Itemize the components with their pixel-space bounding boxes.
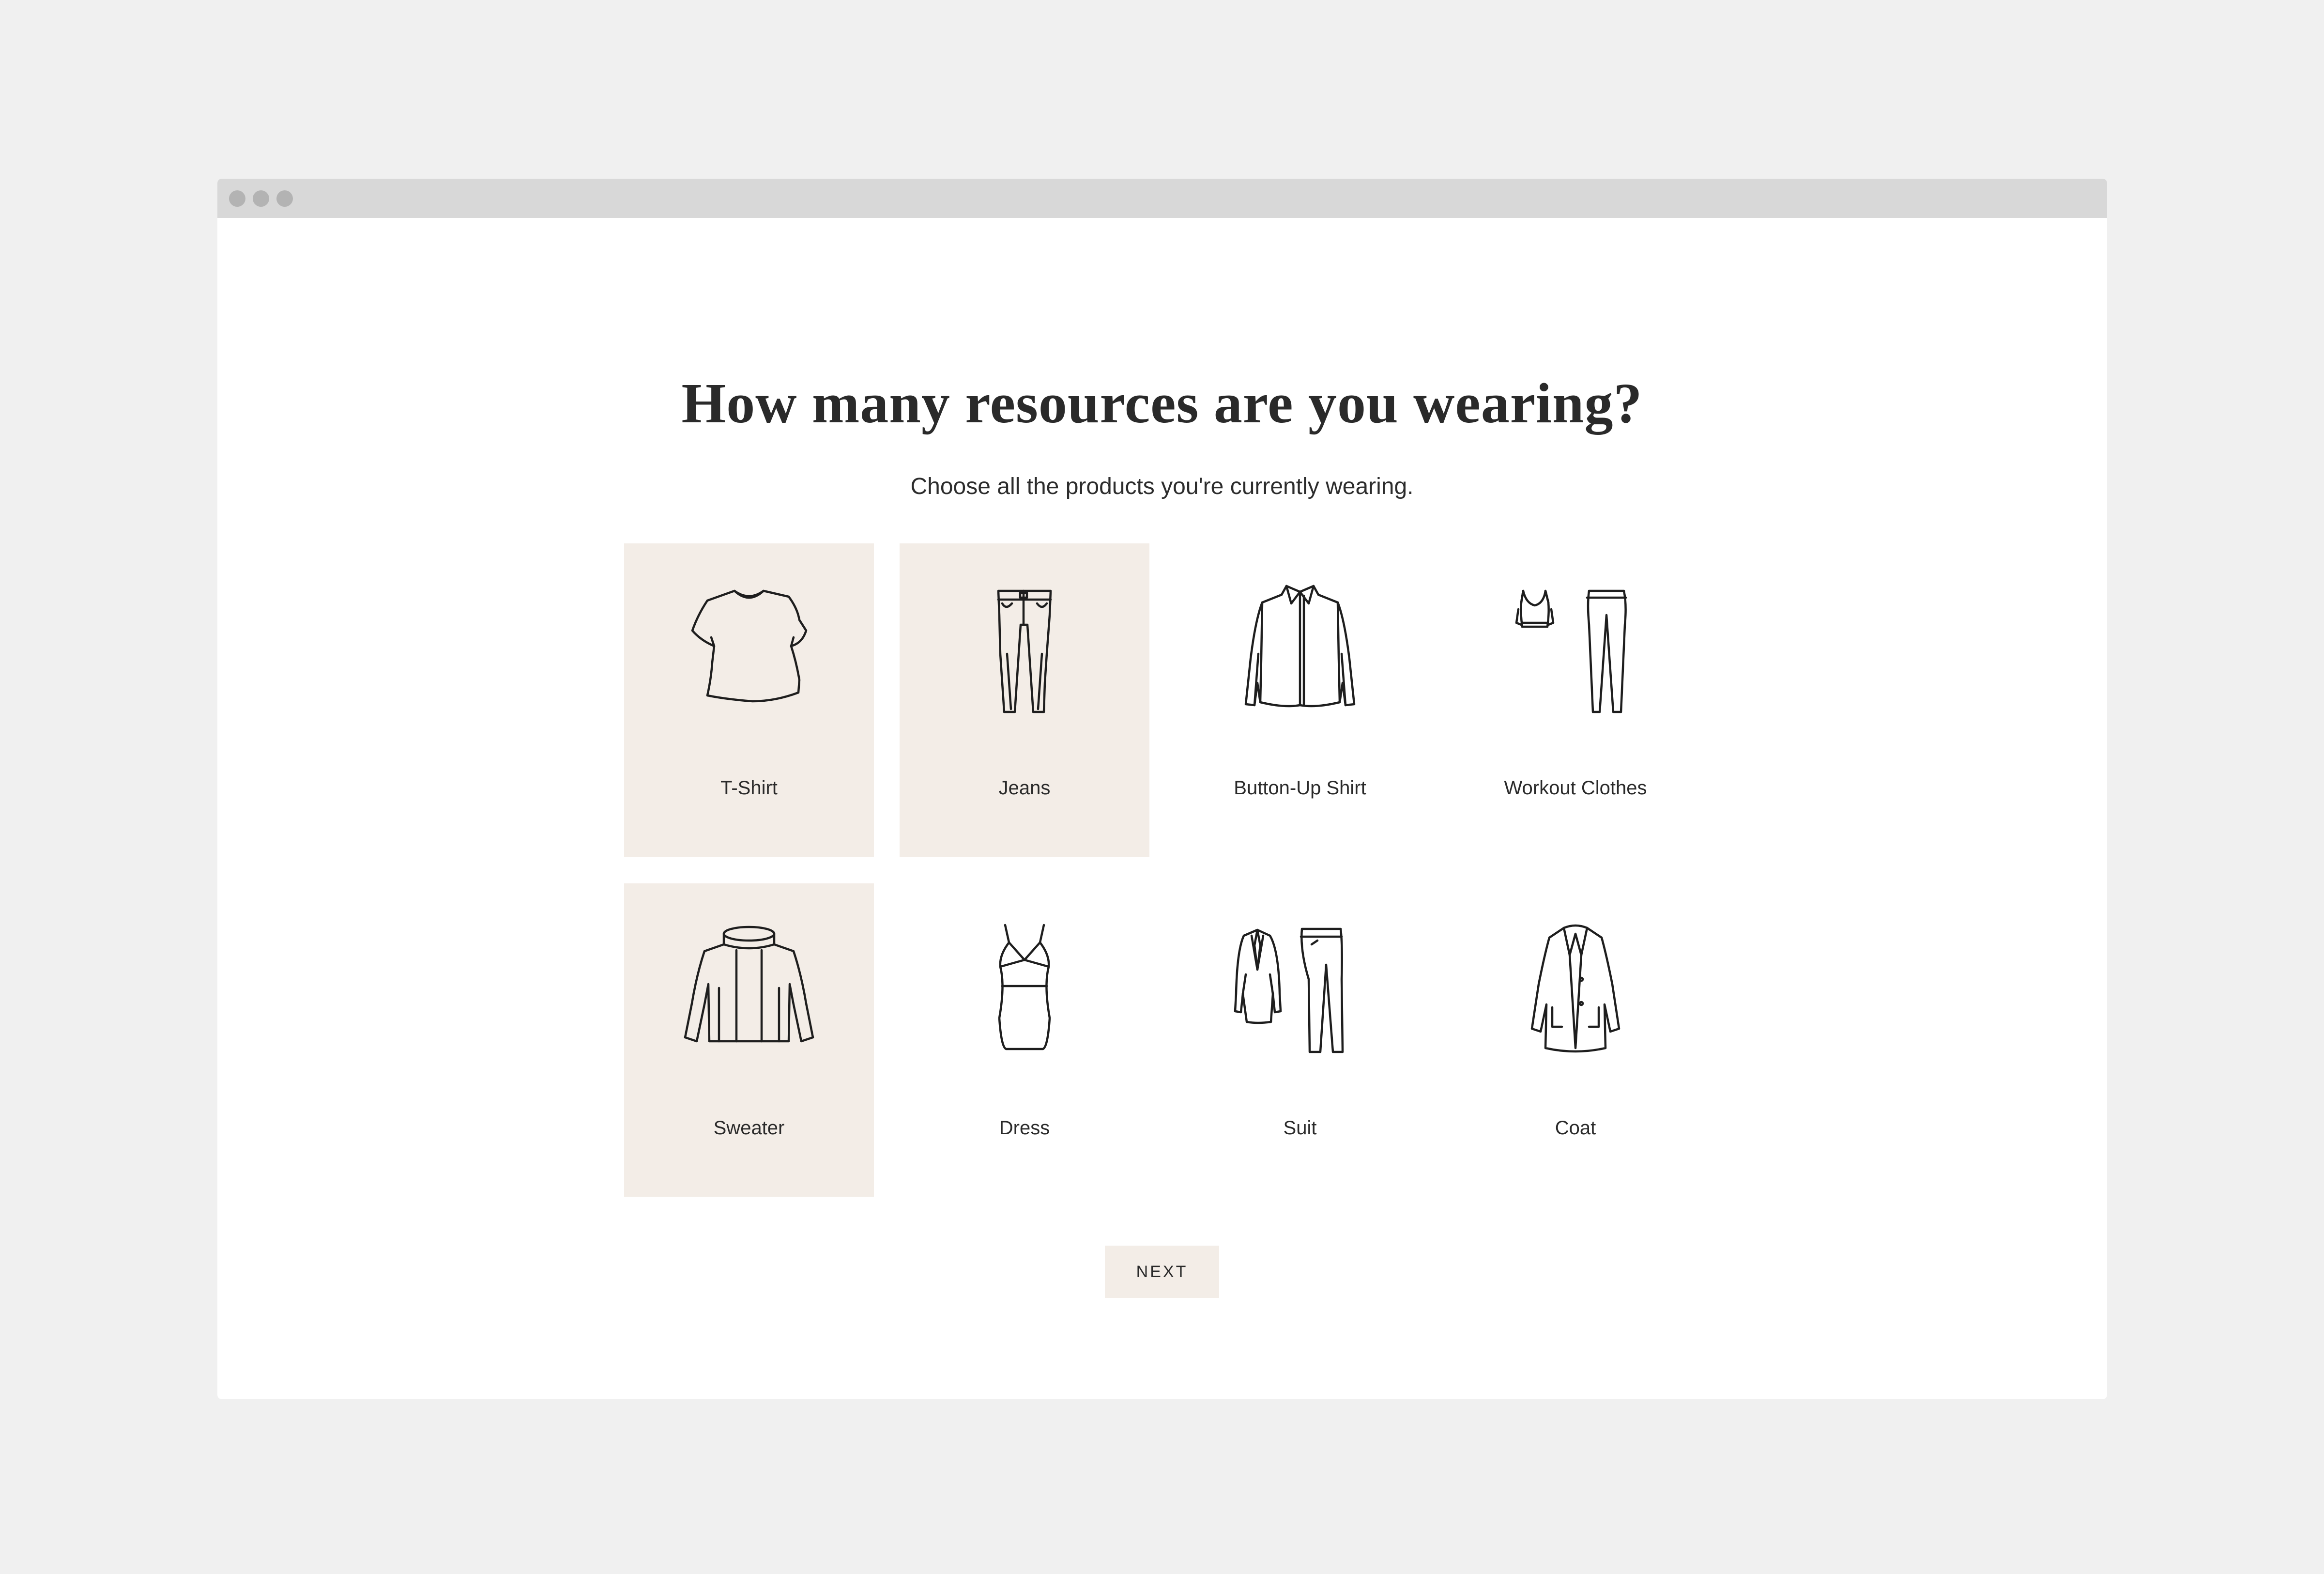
next-button[interactable]: NEXT — [1105, 1246, 1219, 1298]
jeans-icon — [900, 581, 1149, 722]
product-tile-sweater[interactable]: Sweater — [624, 883, 874, 1197]
product-tile-coat[interactable]: Coat — [1451, 883, 1700, 1197]
suit-icon — [1175, 921, 1425, 1062]
product-label: Coat — [1555, 1117, 1596, 1139]
product-label: Suit — [1283, 1117, 1317, 1139]
product-tile-workout-clothes[interactable]: Workout Clothes — [1451, 543, 1700, 857]
product-label: Dress — [999, 1117, 1050, 1139]
workout-clothes-icon — [1451, 581, 1700, 722]
product-label: T-Shirt — [720, 777, 778, 799]
minimize-dot[interactable] — [253, 190, 269, 207]
title-bar — [217, 179, 2107, 218]
browser-window — [217, 179, 2107, 1399]
page-title: How many resources are you wearing? — [681, 371, 1643, 435]
product-tile-tshirt[interactable]: T-Shirt — [624, 543, 874, 857]
button-up-shirt-icon — [1175, 581, 1425, 722]
product-label: Workout Clothes — [1504, 777, 1647, 799]
product-tile-suit[interactable]: Suit — [1175, 883, 1425, 1197]
tshirt-icon — [624, 581, 874, 722]
product-label: Sweater — [713, 1117, 785, 1139]
product-tile-button-up-shirt[interactable]: Button-Up Shirt — [1175, 543, 1425, 857]
dress-icon — [900, 921, 1149, 1062]
product-label: Jeans — [998, 777, 1051, 799]
coat-icon — [1451, 921, 1700, 1062]
product-tile-dress[interactable]: Dress — [900, 883, 1149, 1197]
product-tile-jeans[interactable]: Jeans — [900, 543, 1149, 857]
product-label: Button-Up Shirt — [1234, 777, 1366, 799]
zoom-dot[interactable] — [276, 190, 293, 207]
sweater-icon — [624, 921, 874, 1062]
close-dot[interactable] — [229, 190, 245, 207]
page-subtitle: Choose all the products you're currently… — [910, 474, 1414, 499]
